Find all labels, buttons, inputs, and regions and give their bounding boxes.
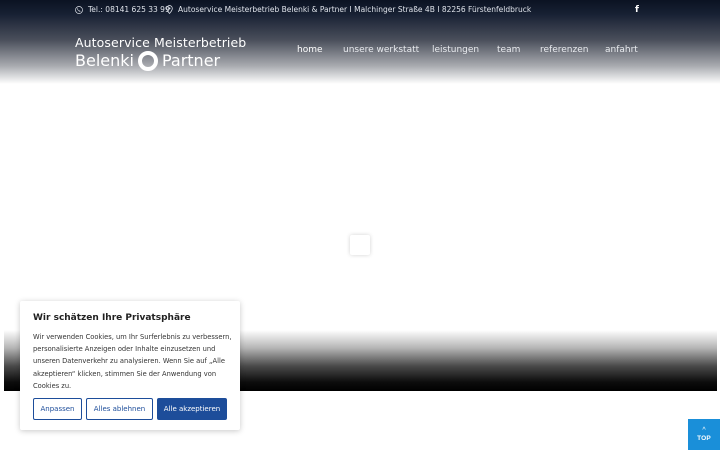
back-to-top-label: TOP (697, 434, 711, 442)
accept-all-button[interactable]: Alle akzeptieren (157, 398, 227, 420)
address-text: Autoservice Meisterbetrieb Belenki & Par… (178, 5, 532, 14)
loading-indicator (350, 235, 370, 255)
nav-werkstatt[interactable]: unsere werkstatt (343, 45, 419, 55)
page: Tel.: 08141 625 33 99 Autoservice Meiste… (0, 0, 720, 450)
cookie-consent-dialog: Wir schätzen Ihre Privatsphäre Wir verwe… (20, 301, 240, 430)
top-bar: Tel.: 08141 625 33 99 Autoservice Meiste… (0, 0, 720, 20)
reject-all-button[interactable]: Alles ablehnen (86, 398, 153, 420)
cookie-buttons: Anpassen Alles ablehnen Alle akzeptieren (33, 398, 227, 420)
nav-home[interactable]: home (297, 45, 323, 55)
site-header: Tel.: 08141 625 33 99 Autoservice Meiste… (0, 0, 720, 84)
cookie-text: Wir verwenden Cookies, um Ihr Surferlebn… (33, 333, 232, 390)
cookie-title: Wir schätzen Ihre Privatsphäre (33, 313, 191, 323)
phone-number: Tel.: 08141 625 33 99 (88, 5, 170, 14)
customize-button[interactable]: Anpassen (33, 398, 82, 420)
back-to-top-button[interactable]: ^ TOP (688, 419, 720, 450)
nav-leistungen[interactable]: leistungen (432, 45, 479, 55)
nav-anfahrt[interactable]: anfahrt (605, 45, 638, 55)
location-pin-icon (166, 5, 173, 14)
chevron-up-icon: ^ (702, 426, 706, 434)
phone-icon (75, 5, 83, 14)
nav-referenzen[interactable]: referenzen (540, 45, 588, 55)
main-navigation: home unsere werkstatt leistungen team re… (0, 45, 720, 59)
facebook-icon[interactable]: f (635, 5, 639, 15)
address-info: Autoservice Meisterbetrieb Belenki & Par… (166, 5, 531, 14)
nav-team[interactable]: team (497, 45, 520, 55)
phone-contact[interactable]: Tel.: 08141 625 33 99 (75, 5, 170, 14)
